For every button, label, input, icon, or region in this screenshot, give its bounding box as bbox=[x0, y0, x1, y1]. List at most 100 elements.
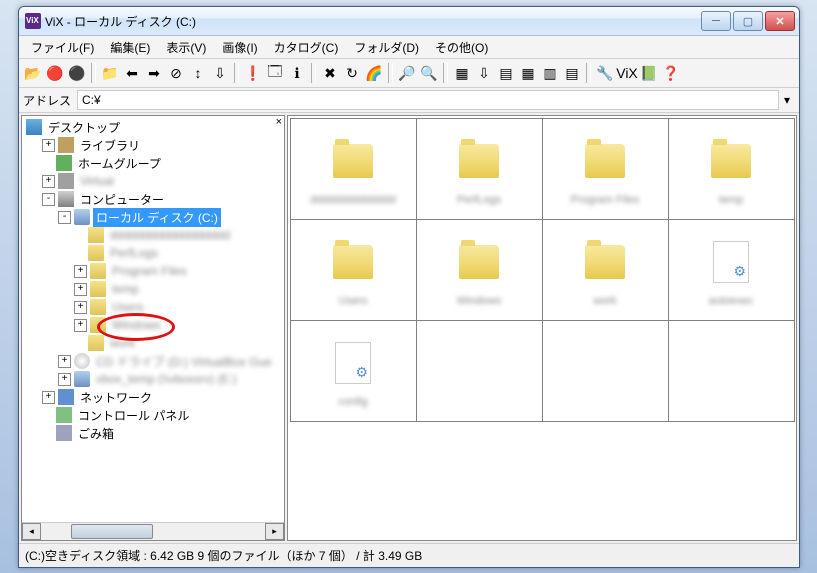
file-cell[interactable] bbox=[416, 320, 543, 422]
toolbar-button[interactable]: ▥ bbox=[540, 63, 560, 83]
toolbar-button[interactable]: 🔧 bbox=[595, 63, 615, 83]
toolbar-button[interactable]: ↻ bbox=[342, 63, 362, 83]
file-label: Windows bbox=[457, 295, 502, 307]
tree-label: temp bbox=[109, 281, 142, 297]
disk-icon bbox=[74, 209, 90, 225]
tree-node[interactable]: +Users bbox=[24, 298, 284, 316]
tree-node[interactable]: +Windows bbox=[24, 316, 284, 334]
tree-node[interactable]: +Program Files bbox=[24, 262, 284, 280]
tree-node[interactable]: -コンピューター bbox=[24, 190, 284, 208]
toolbar-separator bbox=[443, 63, 448, 83]
folder-icon bbox=[88, 245, 104, 261]
file-cell[interactable]: temp bbox=[668, 118, 795, 220]
tree-expander[interactable]: + bbox=[42, 139, 55, 152]
file-cell[interactable] bbox=[542, 320, 669, 422]
toolbar-button[interactable]: 📗 bbox=[639, 63, 659, 83]
tree-node[interactable]: ホームグループ bbox=[24, 154, 284, 172]
menu-catalog[interactable]: カタログ(C) bbox=[266, 37, 347, 58]
toolbar-button[interactable]: ➡ bbox=[144, 63, 164, 83]
tree-expander[interactable]: + bbox=[74, 283, 87, 296]
tree-expander[interactable]: + bbox=[58, 373, 71, 386]
tree-node[interactable]: コントロール パネル bbox=[24, 406, 284, 424]
cd-icon bbox=[74, 353, 90, 369]
menu-folder[interactable]: フォルダ(D) bbox=[346, 37, 427, 58]
file-grid[interactable]: ddddddddddddddPerfLogsProgram Filestemp U… bbox=[287, 115, 797, 541]
close-button[interactable]: ✕ bbox=[765, 11, 795, 31]
maximize-button[interactable]: ▢ bbox=[733, 11, 763, 31]
tree-node[interactable]: +CD ドライブ (D:) VirtualBox Gue bbox=[24, 352, 284, 370]
tree-node[interactable]: dddddddddddddddddd bbox=[24, 226, 284, 244]
file-cell[interactable]: dddddddddddddd bbox=[290, 118, 417, 220]
toolbar-button[interactable]: 🔴 bbox=[45, 63, 65, 83]
tree-expander[interactable]: + bbox=[74, 265, 87, 278]
minimize-button[interactable]: ─ bbox=[701, 11, 731, 31]
folder-icon bbox=[459, 245, 499, 279]
toolbar-button[interactable]: 📁 bbox=[100, 63, 120, 83]
toolbar-button[interactable]: ⚫ bbox=[67, 63, 87, 83]
file-cell[interactable]: config bbox=[290, 320, 417, 422]
toolbar-button[interactable]: ❓ bbox=[661, 63, 681, 83]
tree-close-icon[interactable]: × bbox=[276, 116, 282, 128]
file-label: work bbox=[593, 295, 616, 307]
tree-node[interactable]: PerfLogs bbox=[24, 244, 284, 262]
titlebar[interactable]: ViX - ローカル ディスク (C:) ─ ▢ ✕ bbox=[19, 7, 799, 36]
file-cell[interactable] bbox=[668, 320, 795, 422]
tree-node[interactable]: ごみ箱 bbox=[24, 424, 284, 442]
file-cell[interactable]: autoexec bbox=[668, 219, 795, 321]
toolbar-button[interactable]: 🔎 bbox=[397, 63, 417, 83]
tree-expander[interactable]: + bbox=[74, 301, 87, 314]
tree-pane: × デスクトップ+ライブラリホームグループ+Virtual-コンピューター-ロー… bbox=[21, 115, 285, 541]
tree-expander[interactable]: + bbox=[42, 391, 55, 404]
toolbar-button[interactable]: ❗ bbox=[243, 63, 263, 83]
toolbar-button[interactable]: ⊘ bbox=[166, 63, 186, 83]
menu-image[interactable]: 画像(I) bbox=[214, 37, 265, 58]
tree-node[interactable]: -ローカル ディスク (C:) bbox=[24, 208, 284, 226]
toolbar-button[interactable]: ↕ bbox=[188, 63, 208, 83]
toolbar-button[interactable]: ▦ bbox=[518, 63, 538, 83]
file-cell[interactable]: PerfLogs bbox=[416, 118, 543, 220]
toolbar-button[interactable]: 🗔 bbox=[265, 63, 285, 83]
toolbar-button[interactable]: ▤ bbox=[562, 63, 582, 83]
toolbar-separator bbox=[586, 63, 591, 83]
toolbar-button[interactable]: ▦ bbox=[452, 63, 472, 83]
tree-expander[interactable]: - bbox=[58, 211, 71, 224]
toolbar-button[interactable]: ViX bbox=[617, 63, 637, 83]
tree-node[interactable]: work bbox=[24, 334, 284, 352]
toolbar-button[interactable]: ▤ bbox=[496, 63, 516, 83]
toolbar-button[interactable]: ⇩ bbox=[474, 63, 494, 83]
tree-expander[interactable]: + bbox=[58, 355, 71, 368]
tree-expander[interactable]: - bbox=[42, 193, 55, 206]
tree-node[interactable]: + temp bbox=[24, 280, 284, 298]
tree-node[interactable]: +vbox_temp (\\vboxsrv) (E:) bbox=[24, 370, 284, 388]
toolbar-button[interactable]: ⇩ bbox=[210, 63, 230, 83]
tree-h-scrollbar[interactable]: ◂ ▸ bbox=[22, 522, 284, 540]
tree-root[interactable]: デスクトップ bbox=[24, 118, 284, 136]
scroll-thumb[interactable] bbox=[71, 524, 153, 539]
file-cell[interactable]: Users bbox=[290, 219, 417, 321]
toolbar-button[interactable]: 🌈 bbox=[364, 63, 384, 83]
file-cell[interactable]: Windows bbox=[416, 219, 543, 321]
tree-expander[interactable]: + bbox=[42, 175, 55, 188]
toolbar-button[interactable]: ℹ bbox=[287, 63, 307, 83]
address-dropdown-icon[interactable]: ▾ bbox=[779, 93, 795, 107]
tree-node[interactable]: +ライブラリ bbox=[24, 136, 284, 154]
toolbar-button[interactable]: 🔍 bbox=[419, 63, 439, 83]
scroll-left-arrow[interactable]: ◂ bbox=[22, 523, 41, 540]
menu-view[interactable]: 表示(V) bbox=[158, 37, 214, 58]
toolbar-button[interactable]: 📂 bbox=[23, 63, 43, 83]
tree-node[interactable]: +ネットワーク bbox=[24, 388, 284, 406]
scroll-right-arrow[interactable]: ▸ bbox=[265, 523, 284, 540]
trash-icon bbox=[56, 425, 72, 441]
menu-file[interactable]: ファイル(F) bbox=[23, 37, 102, 58]
address-input[interactable]: C:¥ bbox=[77, 90, 779, 110]
menu-edit[interactable]: 編集(E) bbox=[102, 37, 158, 58]
file-cell[interactable]: work bbox=[542, 219, 669, 321]
toolbar-button[interactable]: ✖ bbox=[320, 63, 340, 83]
folder-tree[interactable]: デスクトップ+ライブラリホームグループ+Virtual-コンピューター-ローカル… bbox=[22, 116, 284, 522]
file-label: Users bbox=[339, 295, 368, 307]
file-cell[interactable]: Program Files bbox=[542, 118, 669, 220]
toolbar-button[interactable]: ⬅ bbox=[122, 63, 142, 83]
tree-expander[interactable]: + bbox=[74, 319, 87, 332]
menu-other[interactable]: その他(O) bbox=[427, 37, 496, 58]
tree-node[interactable]: +Virtual bbox=[24, 172, 284, 190]
